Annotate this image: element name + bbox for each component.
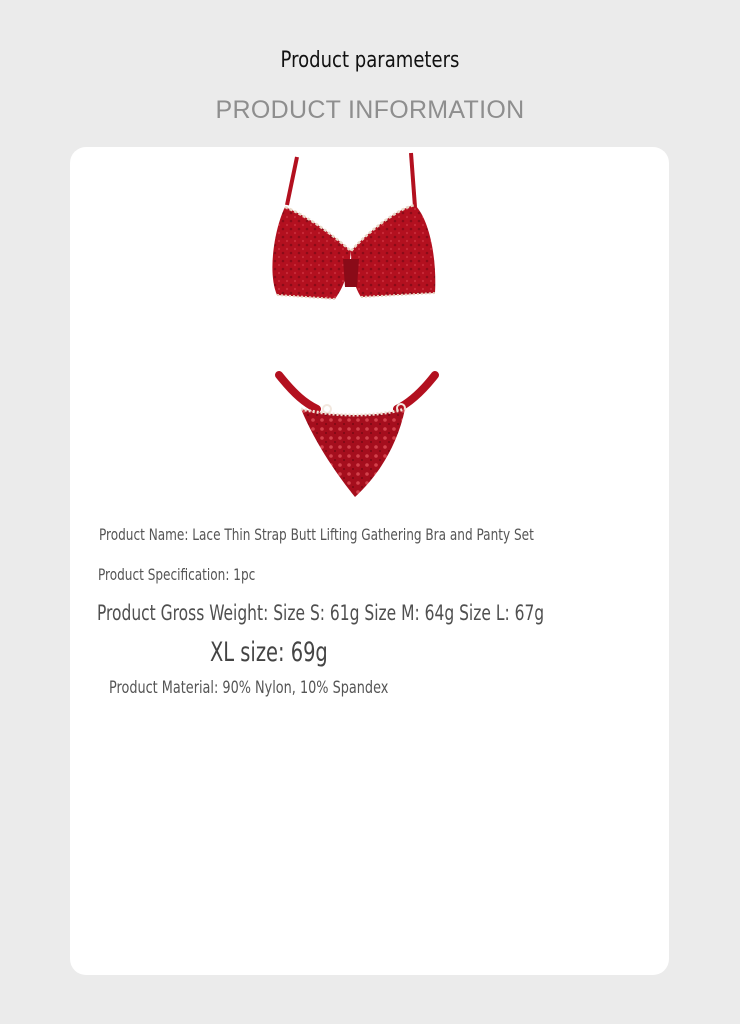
bra-illustration: [272, 152, 436, 300]
panty-illustration: [275, 371, 439, 497]
product-name-line: Product Name: Lace Thin Strap Butt Lifti…: [99, 525, 534, 544]
product-material-line: Product Material: 90% Nylon, 10% Spandex: [109, 678, 389, 698]
product-image: [272, 152, 439, 497]
product-gross-weight-line: Product Gross Weight: Size S: 61g Size M…: [97, 601, 545, 625]
product-info-card: Product Name: Lace Thin Strap Butt Lifti…: [70, 147, 669, 975]
page-title: Product parameters: [280, 48, 460, 73]
page-subtitle: PRODUCT INFORMATION: [215, 96, 525, 124]
product-specification-line: Product Specification: 1pc: [98, 565, 256, 584]
product-xl-size-line: XL size: 69g: [210, 637, 328, 668]
